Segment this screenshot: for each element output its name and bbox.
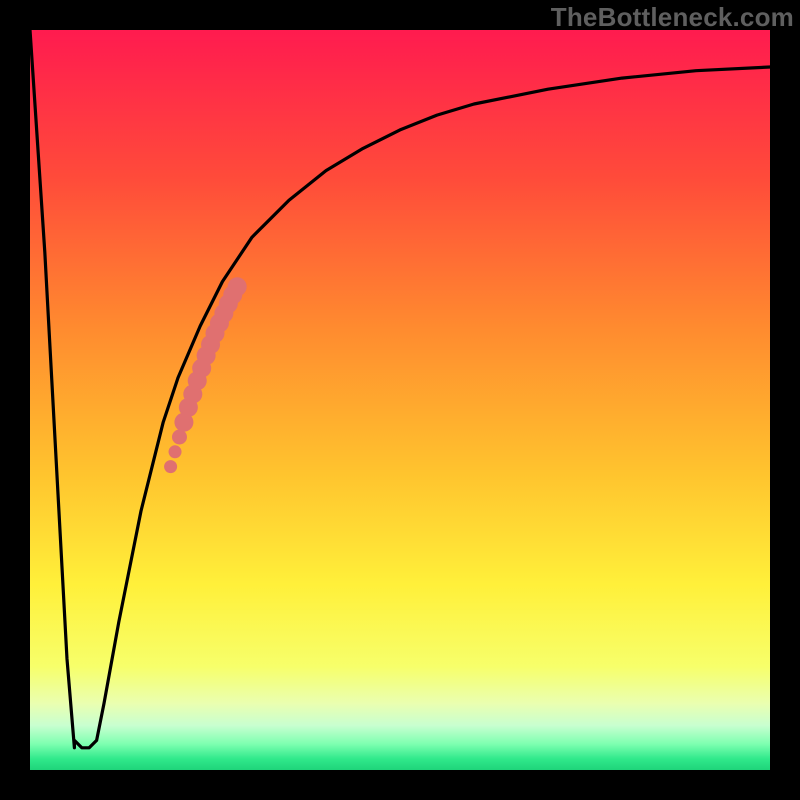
- bottleneck-chart: [30, 30, 770, 770]
- marker-dot: [164, 460, 177, 473]
- marker-dot: [172, 430, 187, 445]
- marker-dot: [169, 445, 182, 458]
- watermark-text: TheBottleneck.com: [551, 2, 794, 33]
- plot-area: [30, 30, 770, 770]
- chart-frame: TheBottleneck.com: [0, 0, 800, 800]
- marker-dot: [228, 277, 247, 296]
- gradient-background: [30, 30, 770, 770]
